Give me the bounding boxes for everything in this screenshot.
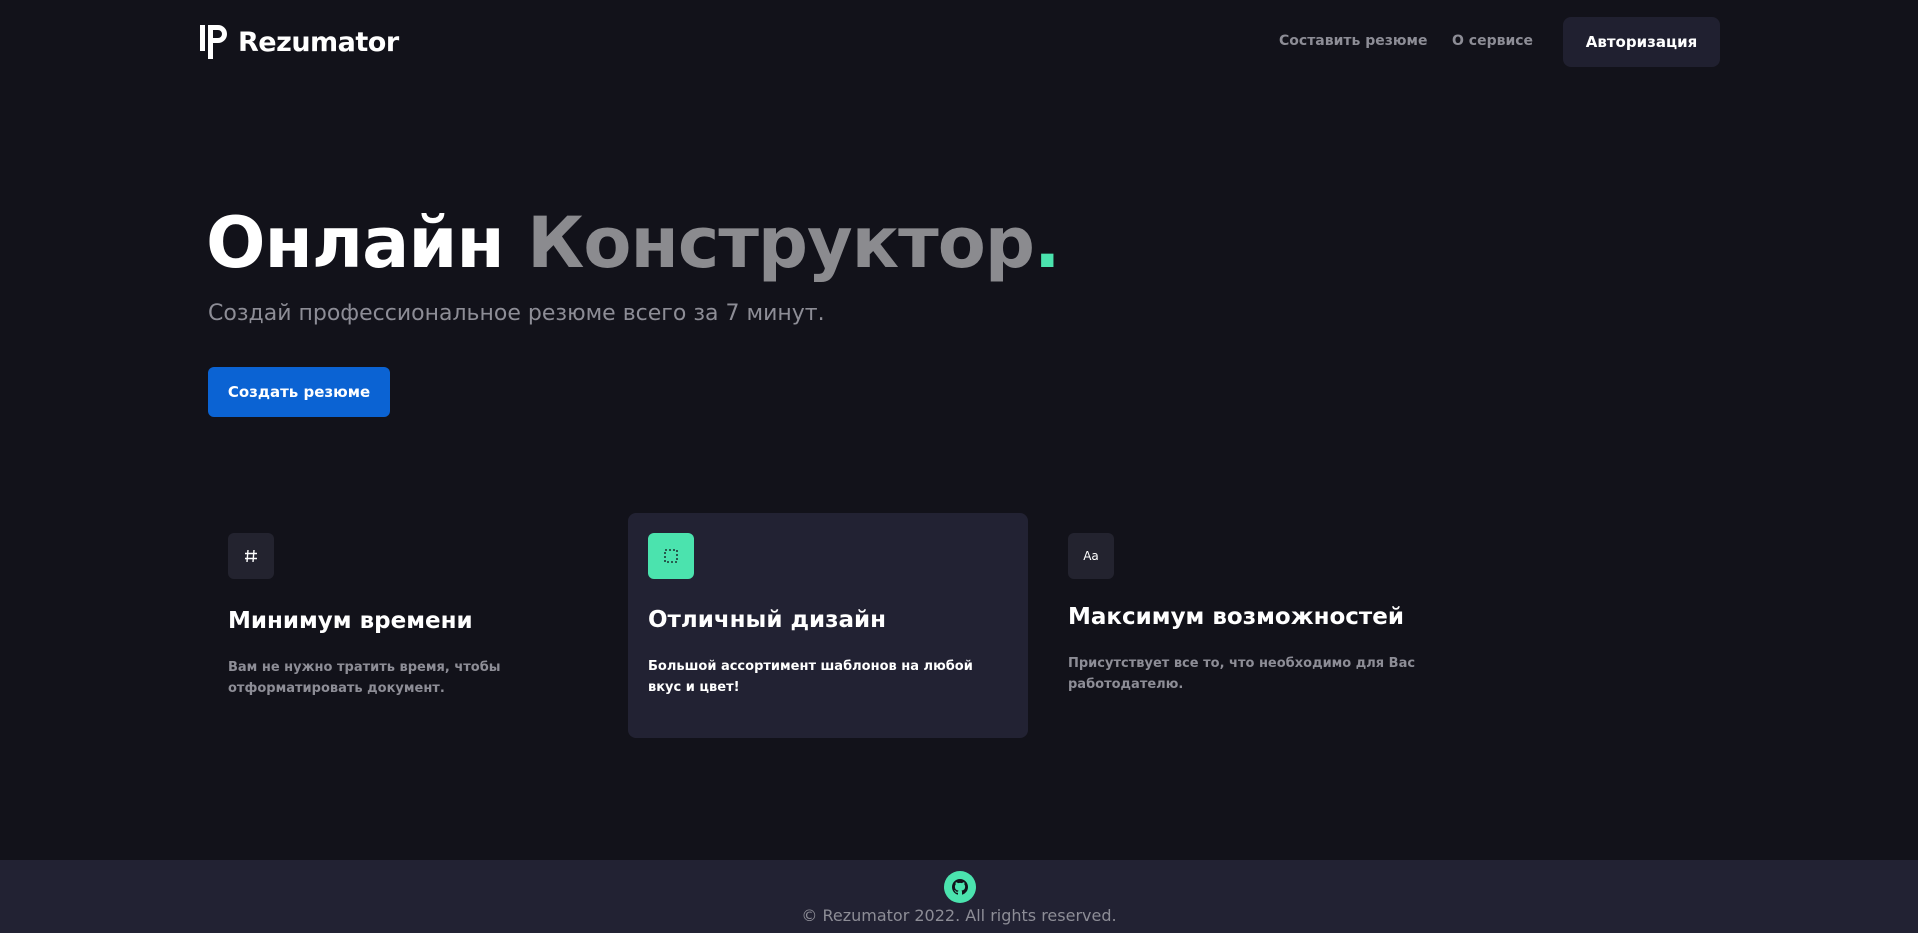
github-glyph — [952, 879, 968, 895]
feature-title: Максимум возможностей — [1068, 604, 1404, 630]
feature-card-design[interactable]: Отличный дизайн Большой ассортимент шабл… — [628, 513, 1028, 738]
feature-text: Большой ассортимент шаблонов на любой вк… — [648, 659, 973, 695]
logo-text: Rezumator — [238, 26, 399, 58]
feature-card-time[interactable]: Минимум времени Вам не нужно тратить вре… — [208, 513, 608, 738]
feature-title: Минимум времени — [228, 608, 473, 634]
copyright-text: © Rezumator 2022. All rights reserved. — [801, 906, 1117, 925]
hero-title: Онлайн Конструктор. — [206, 202, 1061, 284]
nav-about-link[interactable]: О сервисе — [1452, 33, 1533, 49]
hash-icon — [228, 533, 274, 579]
feature-text: Вам не нужно тратить время, чтобы отформ… — [228, 660, 501, 696]
feature-text: Присутствует все то, что необходимо для … — [1068, 656, 1416, 692]
hero-title-word2: Конструктор — [527, 202, 1035, 284]
selection-icon — [648, 533, 694, 579]
nav-build-resume-link[interactable]: Составить резюме — [1279, 33, 1427, 49]
feature-title: Отличный дизайн — [648, 607, 887, 633]
selection-glyph — [664, 549, 678, 563]
logo[interactable]: Rezumator — [200, 24, 399, 60]
hero-title-dot: . — [1033, 202, 1061, 284]
hash-glyph — [245, 549, 257, 563]
hero-subtitle: Создай профессиональное резюме всего за … — [208, 301, 825, 326]
text-format-icon: Aa — [1068, 533, 1114, 579]
create-resume-button[interactable]: Создать резюме — [208, 367, 390, 417]
hero-title-word1: Онлайн — [206, 202, 505, 284]
feature-card-features[interactable]: Aa Максимум возможностей Присутствует вс… — [1048, 513, 1448, 738]
github-icon[interactable] — [944, 871, 976, 903]
logo-icon — [200, 25, 227, 59]
footer: © Rezumator 2022. All rights reserved. — [0, 860, 1918, 933]
auth-button[interactable]: Авторизация — [1563, 17, 1720, 67]
landing-page: Rezumator Составить резюме О сервисе Авт… — [0, 0, 1918, 933]
